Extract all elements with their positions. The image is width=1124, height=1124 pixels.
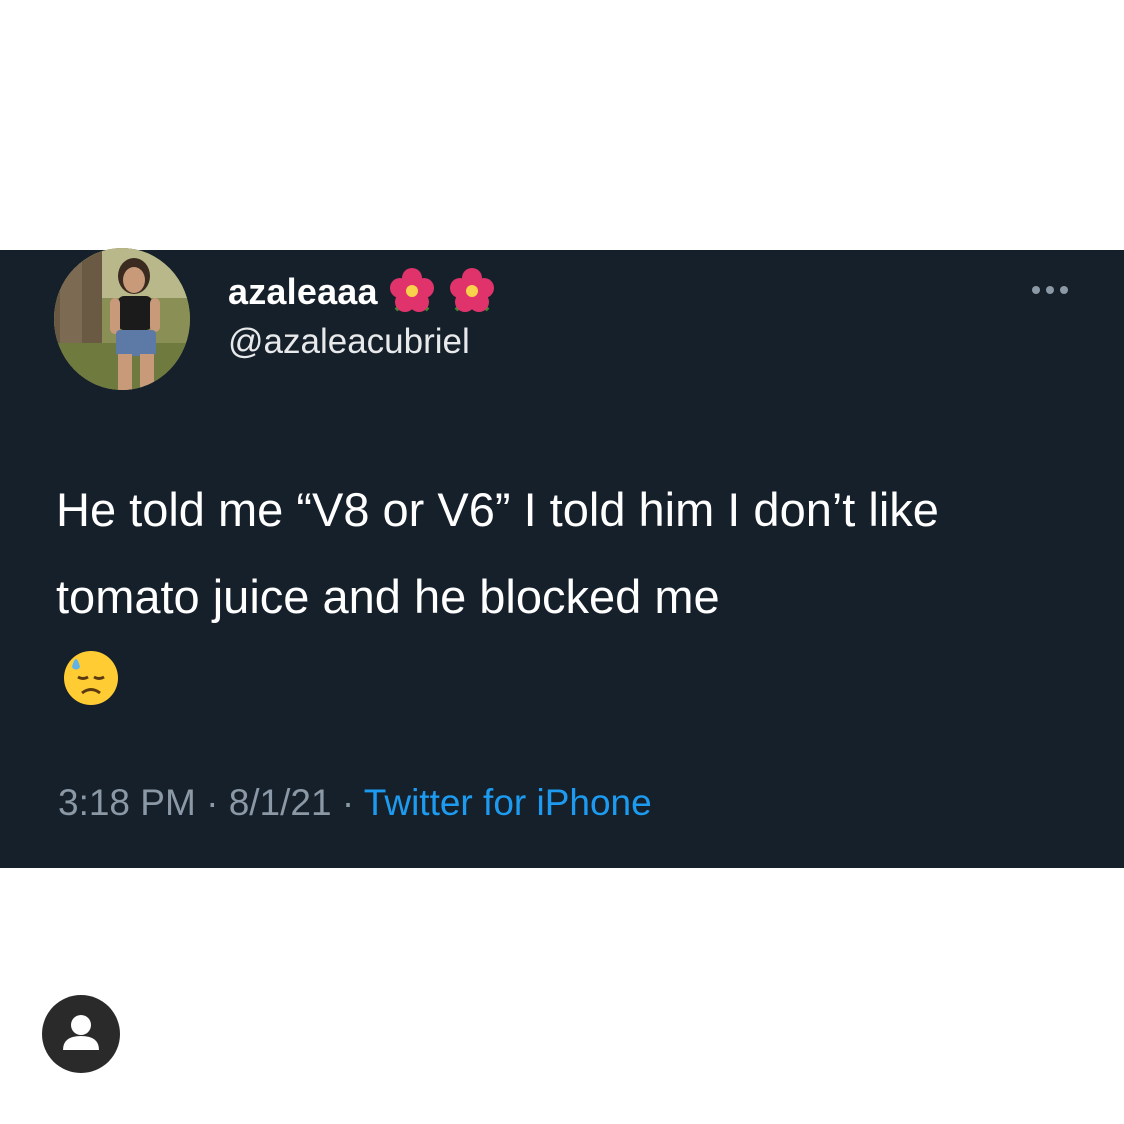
hibiscus-icon [446, 266, 498, 318]
tweet-time[interactable]: 3:18 PM [58, 782, 196, 823]
downcast-face-with-sweat-icon [60, 645, 122, 707]
tweet-text: He told me “V8 or V6” I told him I don’t… [56, 483, 939, 623]
avatar-photo [54, 248, 190, 390]
tweet-meta: 3:18 PM · 8/1/21 · Twitter for iPhone [58, 782, 652, 824]
display-name[interactable]: azaleaaa [228, 271, 378, 313]
more-options-icon[interactable] [1030, 282, 1070, 298]
meta-separator: · [341, 782, 355, 823]
display-name-row[interactable]: azaleaaa [228, 266, 498, 318]
page: azaleaaa @azaleacubriel He told me “V8 o… [0, 0, 1124, 1124]
hibiscus-icon [386, 266, 438, 318]
user-profile-icon[interactable] [41, 994, 121, 1074]
tweet-date[interactable]: 8/1/21 [229, 782, 332, 823]
avatar[interactable] [54, 248, 190, 390]
tweet-source-link[interactable]: Twitter for iPhone [364, 782, 652, 823]
user-handle[interactable]: @azaleacubriel [228, 322, 470, 362]
meta-separator: · [206, 782, 219, 823]
